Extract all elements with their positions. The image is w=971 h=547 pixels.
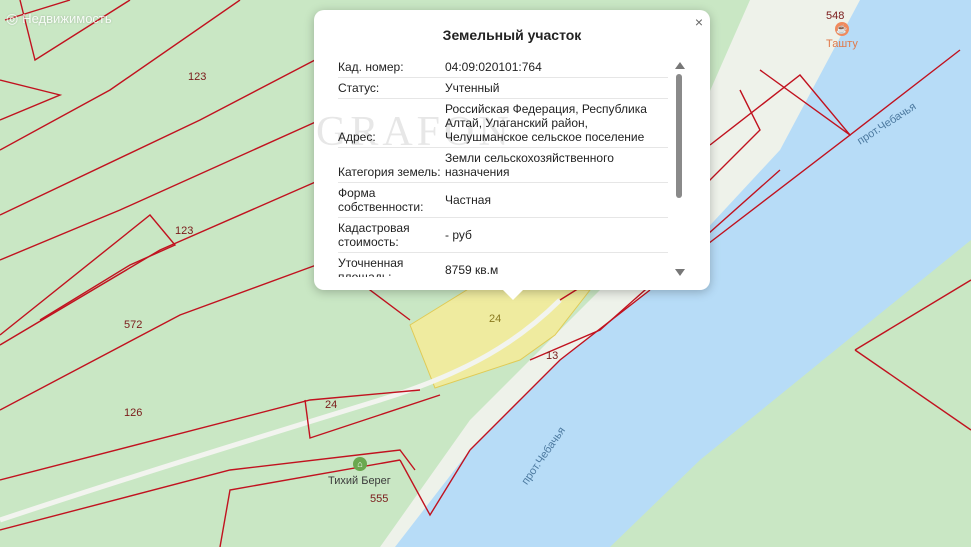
plot-number[interactable]: 24 — [325, 399, 337, 411]
plot-number[interactable]: 548 — [826, 10, 844, 22]
plot-number[interactable]: 572 — [124, 319, 142, 331]
attr-value: Частная — [445, 193, 491, 207]
parcel-attributes[interactable]: Кад. номер: 04:09:020101:764 Статус: Учт… — [338, 57, 668, 277]
attr-key: Адрес: — [338, 130, 376, 144]
cafe-icon[interactable]: ☕ — [835, 22, 849, 36]
logo-text: Недвижимость — [22, 11, 112, 26]
poi-label-tikhiy-bereg[interactable]: Тихий Берег — [328, 475, 391, 487]
lodging-icon[interactable]: ⌂ — [353, 457, 367, 471]
attr-value: Учтенный — [445, 81, 500, 95]
map-logo: ◎ Недвижимость — [6, 10, 112, 27]
attr-row: Статус: Учтенный — [338, 78, 668, 99]
plot-number[interactable]: 24 — [489, 313, 501, 325]
attr-row: Кад. номер: 04:09:020101:764 — [338, 57, 668, 78]
poi-label-tashtu[interactable]: Ташту — [826, 38, 858, 50]
attr-value: Российская Федерация, Республика Алтай, … — [445, 102, 647, 144]
attr-row: Уточненная площадь: 8759 кв.м — [338, 253, 668, 277]
attr-key: Статус: — [338, 81, 380, 95]
plot-number[interactable]: 126 — [124, 407, 142, 419]
attr-row: Кадастровая стоимость: - руб — [338, 218, 668, 253]
attr-key: Кадастровая стоимость: — [338, 221, 410, 249]
plot-number[interactable]: 13 — [546, 350, 558, 362]
attr-value: 8759 кв.м — [445, 263, 499, 277]
attr-value: 04:09:020101:764 — [445, 60, 542, 74]
attr-row: Категория земель: Земли сельскохозяйстве… — [338, 148, 668, 183]
popup-scrollbar[interactable] — [674, 62, 686, 276]
attr-key: Кад. номер: — [338, 60, 404, 74]
scroll-thumb[interactable] — [676, 74, 682, 198]
plot-number[interactable]: 555 — [370, 493, 388, 505]
attr-key: Категория земель: — [338, 165, 441, 179]
logo-icon: ◎ — [6, 10, 19, 26]
plot-number[interactable]: 123 — [188, 71, 206, 83]
parcel-info-popup: GRAFON Земельный участок × Кад. номер: 0… — [314, 10, 710, 300]
scroll-down-arrow-icon[interactable] — [675, 269, 685, 276]
scroll-up-arrow-icon[interactable] — [675, 62, 685, 69]
attr-row: Форма собственности: Частная — [338, 183, 668, 218]
attr-value: Земли сельскохозяйственного назначения — [445, 151, 614, 179]
attr-key: Уточненная площадь: — [338, 256, 404, 277]
attr-value: - руб — [445, 228, 472, 242]
attr-row: Адрес: Российская Федерация, Республика … — [338, 99, 668, 148]
attr-key: Форма собственности: — [338, 186, 424, 214]
popup-title: Земельный участок — [442, 27, 582, 43]
plot-number[interactable]: 123 — [175, 225, 193, 237]
close-button[interactable]: × — [695, 15, 703, 29]
